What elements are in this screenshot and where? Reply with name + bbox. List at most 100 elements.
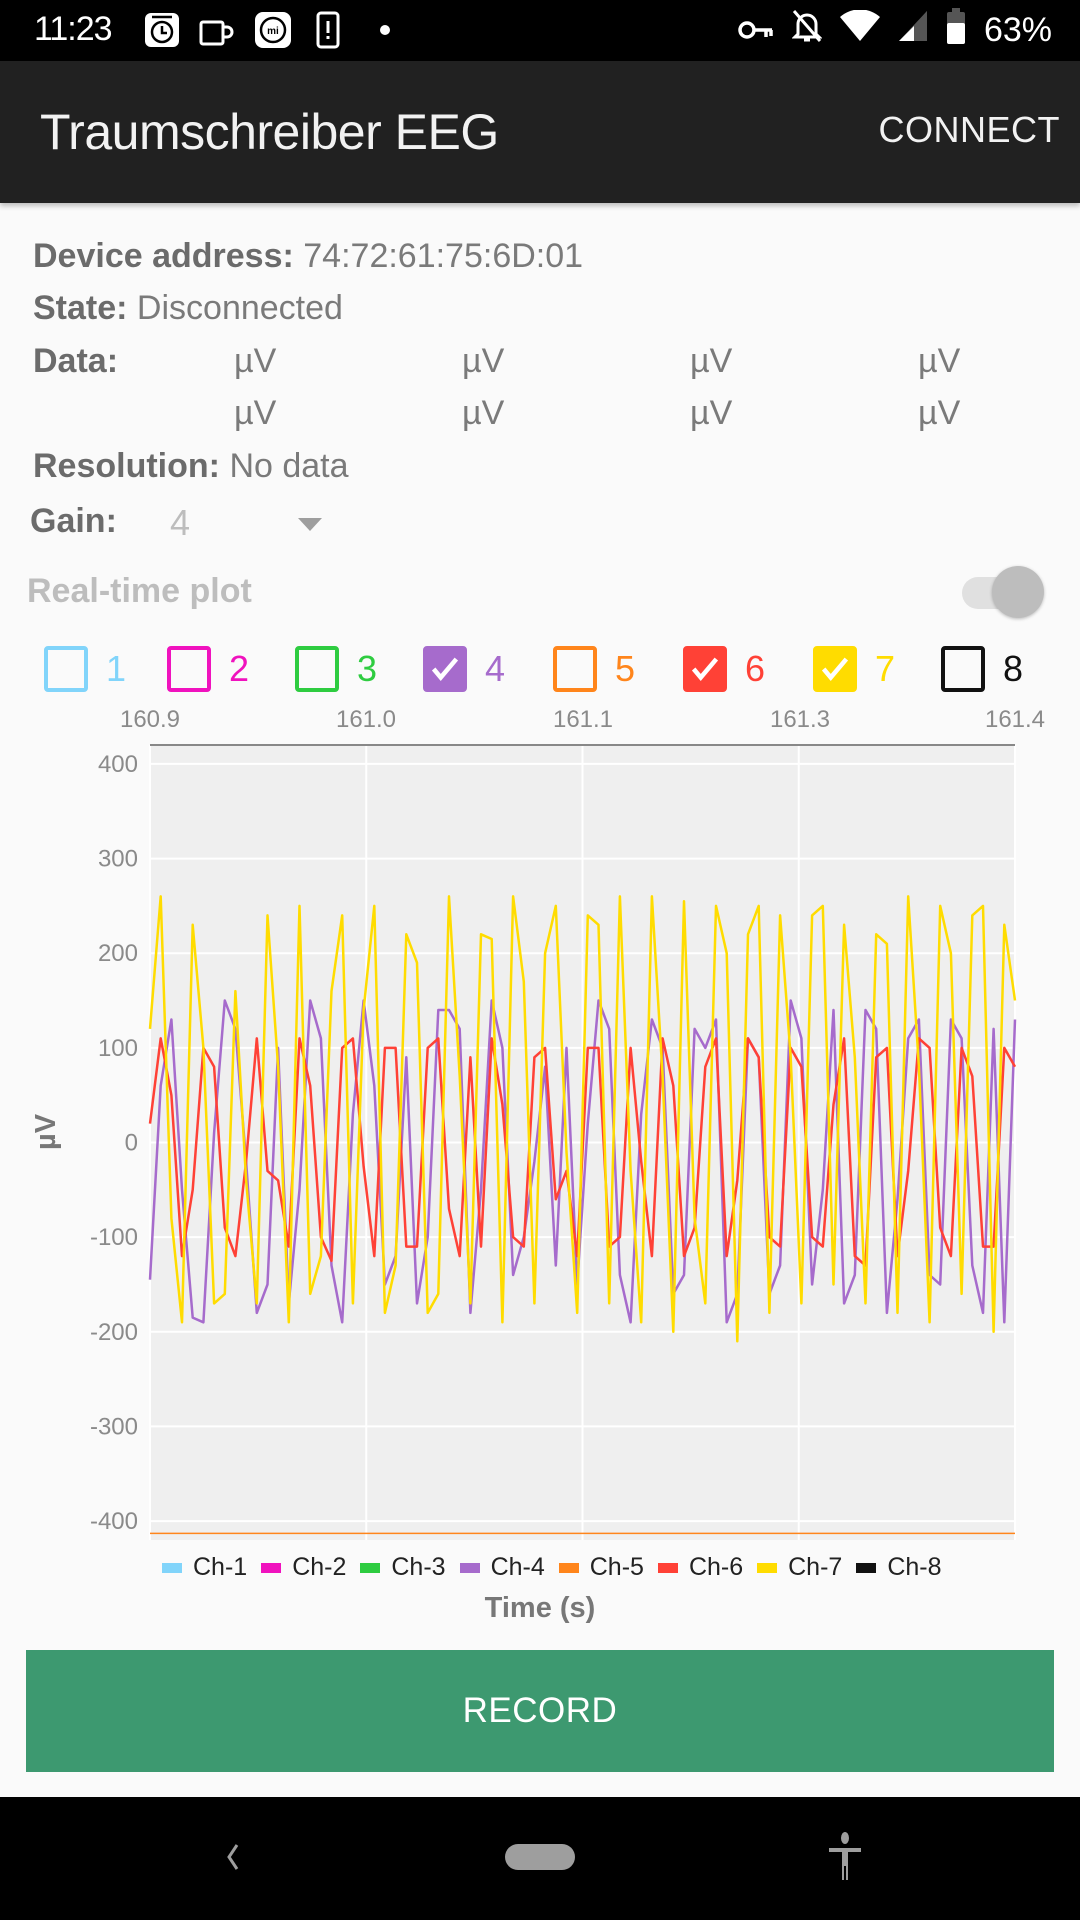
channel-checkbox-8[interactable]: 8 — [941, 644, 1023, 694]
battery-icon — [946, 8, 966, 53]
y-tick-label: -200 — [90, 1319, 138, 1346]
checkbox-empty-icon — [941, 646, 985, 692]
legend-swatch — [459, 1562, 480, 1573]
data-value-ch2: µV — [462, 342, 505, 380]
switch-thumb — [992, 566, 1044, 618]
dropdown-arrow-icon — [298, 518, 322, 531]
y-tick-label: 200 — [98, 940, 138, 967]
realtime-plot-label: Real-time plot — [27, 572, 252, 610]
legend-item-ch-3[interactable]: Ch-3 — [360, 1553, 446, 1582]
back-chevron-icon[interactable] — [200, 1817, 266, 1897]
y-tick-label: 400 — [98, 751, 138, 778]
legend-label: Ch-4 — [490, 1553, 545, 1581]
channel-checkbox-4[interactable]: 4 — [423, 644, 505, 694]
legend-item-ch-6[interactable]: Ch-6 — [657, 1553, 744, 1582]
mi-fit-icon: mi — [254, 12, 292, 48]
y-tick-label: 0 — [125, 1130, 138, 1157]
resolution-label: Resolution: — [33, 447, 220, 485]
y-axis-title: µV — [30, 1113, 62, 1150]
legend-label: Ch-6 — [688, 1553, 744, 1581]
device-address-row: Device address: 74:72:61:75:6D:01 — [33, 237, 583, 276]
y-tick-label: -100 — [90, 1224, 138, 1251]
eeg-chart[interactable]: 400 300 200 100 0 -100 -200 -300 -400 — [0, 730, 1080, 1560]
app-title: Traumschreiber EEG — [40, 104, 499, 160]
state-value: Disconnected — [136, 289, 343, 327]
channel-checkbox-5[interactable]: 5 — [553, 644, 635, 694]
channel-checkbox-2[interactable]: 2 — [167, 644, 249, 694]
alarm-clock-icon — [144, 12, 180, 48]
channel-number: 8 — [1003, 648, 1024, 689]
data-value-ch5: µV — [234, 394, 277, 432]
channel-checkbox-3[interactable]: 3 — [295, 644, 377, 694]
x-axis-title: Time (s) — [484, 1592, 596, 1624]
svg-text:mi: mi — [267, 26, 279, 37]
legend-swatch — [360, 1562, 381, 1573]
data-label: Data: — [33, 342, 119, 380]
channel-number: 7 — [875, 648, 896, 689]
chart-legend: Ch-1 Ch-2 Ch-3 Ch-4 Ch-5 Ch-6 Ch-7 Ch-8 — [162, 1553, 956, 1582]
checkbox-checked-icon — [423, 646, 467, 692]
legend-swatch — [856, 1562, 877, 1573]
realtime-plot-switch[interactable] — [962, 564, 1048, 620]
legend-swatch — [162, 1562, 182, 1573]
checkbox-empty-icon — [553, 646, 597, 692]
legend-label: Ch-8 — [887, 1553, 942, 1581]
gain-value: 4 — [170, 502, 191, 543]
data-value-ch1: µV — [234, 342, 277, 380]
device-address-value: 74:72:61:75:6D:01 — [303, 237, 584, 275]
channel-number: 6 — [745, 648, 766, 689]
home-pill-icon[interactable] — [490, 1817, 590, 1897]
y-tick-label: -400 — [90, 1508, 138, 1535]
notifications-off-icon — [791, 8, 823, 53]
data-value-ch6: µV — [462, 394, 505, 432]
legend-item-ch-7[interactable]: Ch-7 — [757, 1553, 842, 1582]
checkbox-checked-icon — [683, 646, 727, 692]
checkbox-empty-icon — [44, 646, 88, 692]
y-tick-label: -300 — [90, 1413, 138, 1440]
gain-dropdown[interactable]: 4 — [140, 502, 330, 546]
channel-checkbox-7[interactable]: 7 — [813, 644, 895, 694]
legend-item-ch-8[interactable]: Ch-8 — [856, 1553, 942, 1582]
legend-item-ch-1[interactable]: Ch-1 — [162, 1553, 247, 1582]
y-tick-label: 100 — [98, 1035, 138, 1062]
dot-icon — [380, 12, 390, 48]
channel-number: 4 — [485, 648, 506, 689]
data-value-ch4: µV — [918, 342, 961, 380]
state-label: State: — [33, 289, 128, 327]
record-button[interactable]: RECORD — [26, 1650, 1054, 1772]
legend-label: Ch-1 — [193, 1553, 248, 1581]
y-ticks: 400 300 200 100 0 -100 -200 -300 -400 — [90, 751, 138, 1535]
channel-checkbox-6[interactable]: 6 — [683, 644, 765, 694]
legend-label: Ch-7 — [788, 1553, 843, 1581]
status-time: 11:23 — [34, 10, 113, 48]
channel-number: 5 — [615, 648, 636, 689]
data-value-ch7: µV — [690, 394, 733, 432]
legend-swatch — [757, 1562, 778, 1573]
resolution-row: Resolution: No data — [33, 447, 349, 486]
legend-label: Ch-5 — [589, 1553, 644, 1581]
legend-swatch — [558, 1562, 579, 1573]
legend-label: Ch-2 — [292, 1553, 347, 1581]
wifi-icon — [839, 9, 880, 51]
checkbox-empty-icon — [295, 646, 339, 692]
device-address-label: Device address: — [33, 237, 294, 275]
checkbox-checked-icon — [813, 646, 857, 692]
connect-button[interactable]: CONNECT — [879, 109, 1061, 151]
gain-row: Gain: 4 — [30, 502, 322, 543]
vpn-key-icon — [738, 11, 774, 50]
phone-alert-icon — [316, 11, 340, 49]
channel-number: 2 — [229, 648, 250, 689]
legend-swatch — [261, 1562, 282, 1573]
app-bar: Traumschreiber EEG CONNECT — [0, 61, 1080, 203]
checkbox-empty-icon — [167, 646, 211, 692]
state-row: State: Disconnected — [33, 289, 343, 328]
channel-checkbox-1[interactable]: 1 — [44, 644, 126, 694]
cell-signal-icon — [898, 10, 928, 51]
legend-item-ch-5[interactable]: Ch-5 — [558, 1553, 644, 1582]
y-tick-label: 300 — [98, 846, 138, 873]
legend-item-ch-2[interactable]: Ch-2 — [261, 1553, 346, 1582]
status-bar: 11:23 mi 63% — [0, 0, 1080, 61]
channel-number: 1 — [106, 648, 127, 689]
accessibility-icon[interactable] — [810, 1817, 880, 1897]
legend-item-ch-4[interactable]: Ch-4 — [459, 1553, 545, 1582]
